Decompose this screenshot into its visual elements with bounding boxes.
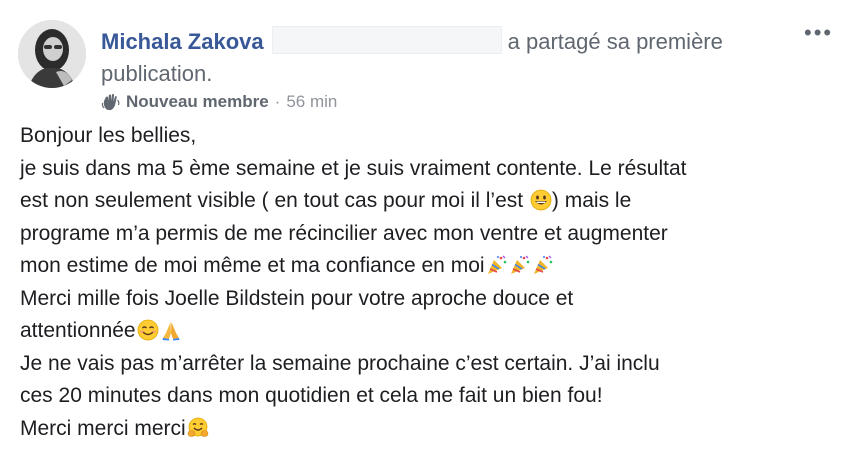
post-line-text: est non seulement visible ( en tout cas … (20, 189, 529, 212)
action-text: a partagé sa première (507, 29, 723, 54)
separator: · (274, 92, 281, 111)
hugging-face-emoji (187, 417, 209, 439)
member-badge[interactable]: Nouveau membre (126, 90, 269, 114)
folded-hands-emoji (160, 319, 182, 341)
post-line: ces 20 minutes dans mon quotidien et cel… (20, 384, 603, 407)
avatar[interactable] (18, 20, 86, 88)
party-popper-emoji (486, 254, 508, 276)
party-popper-emoji (509, 254, 531, 276)
post-line-text: Merci merci merci (20, 416, 186, 440)
post-line-text: mais le (558, 189, 632, 212)
post-line: je suis dans ma 5 ème semaine et je suis… (20, 156, 687, 180)
post-line: Merci mille fois Joelle Bildstein pour v… (20, 286, 574, 310)
post-line: mon estime de moi même et ma confiance e… (20, 250, 820, 283)
author-name[interactable]: Michala Zakova (101, 29, 264, 54)
timestamp[interactable]: 56 min (286, 90, 337, 114)
action-text-cont: publication. (101, 61, 213, 86)
post-body: Bonjour les bellies, je suis dans ma 5 è… (20, 120, 820, 445)
post-line: Merci merci merci (20, 413, 820, 446)
more-options-icon[interactable]: ••• (804, 20, 833, 46)
party-popper-emoji (532, 254, 554, 276)
post-line: Bonjour les bellies, (20, 124, 197, 147)
post-line-text: mon estime de moi même et ma confiance e… (20, 254, 485, 277)
post-header: Michala Zakova a partagé sa première publ… (101, 26, 781, 90)
grinning-face-emoji (530, 189, 552, 211)
post-line-text: ) (551, 189, 559, 212)
post-meta: Nouveau membre · 56 min (101, 90, 337, 114)
facebook-post: Michala Zakova a partagé sa première publ… (0, 0, 846, 452)
post-line: programe m’a permis de me récincilier av… (20, 221, 668, 245)
redacted-group-name (271, 26, 502, 54)
wave-hand-icon (101, 92, 121, 112)
post-line: attentionnée (20, 315, 820, 348)
post-line-text: attentionnée (20, 319, 136, 342)
post-line: est non seulement visible ( en tout cas … (20, 185, 820, 218)
smiling-face-emoji (137, 319, 159, 341)
post-line: Je ne vais pas m’arrêter la semaine proc… (20, 351, 660, 375)
